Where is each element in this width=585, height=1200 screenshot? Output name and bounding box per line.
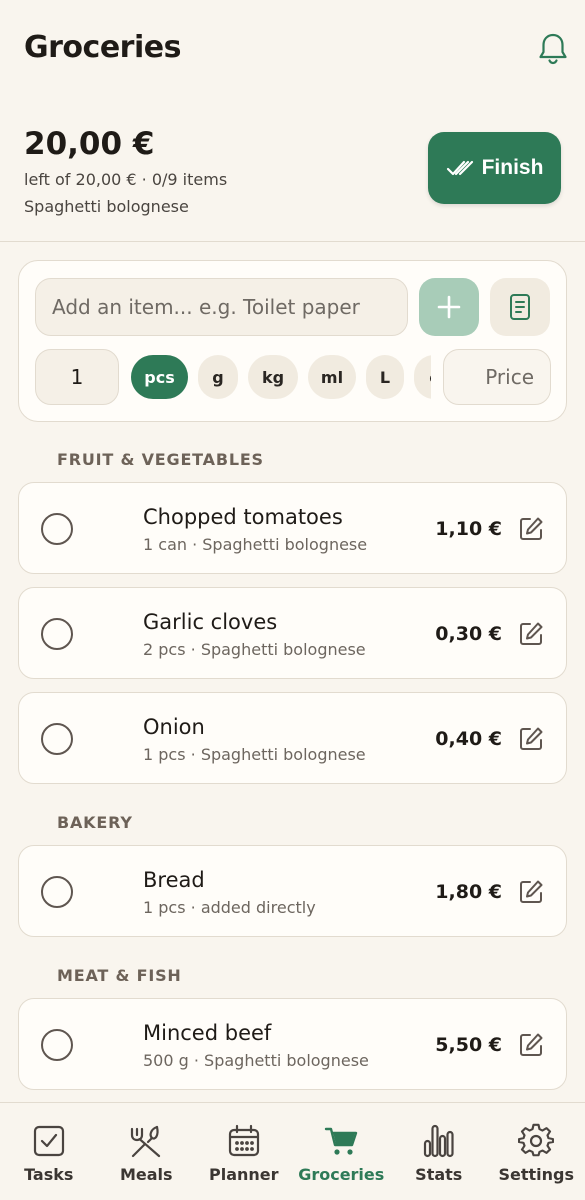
item-price: 0,30 € <box>435 623 502 645</box>
page-title: Groceries <box>24 30 181 65</box>
edit-icon[interactable] <box>518 879 544 905</box>
gear-icon <box>518 1123 555 1157</box>
item-name: Chopped tomatoes <box>143 505 343 529</box>
nav-stats[interactable]: Stats <box>390 1103 488 1200</box>
plus-icon <box>437 295 461 319</box>
unit-c[interactable]: c <box>414 355 431 399</box>
nav-label-planner: Planner <box>208 1165 279 1184</box>
bottom-nav: Tasks Meals Planner Groceries Stats Sett… <box>0 1102 585 1200</box>
price-input[interactable] <box>443 349 551 405</box>
nav-groceries[interactable]: Groceries <box>293 1103 391 1200</box>
edit-icon[interactable] <box>518 726 544 752</box>
budget-status: left of 20,00 € · 0/9 items <box>24 170 228 189</box>
item-name: Onion <box>143 715 205 739</box>
unit-selector: pcsgkgmlLc <box>131 355 431 401</box>
unit-ml[interactable]: ml <box>308 355 356 399</box>
document-icon <box>510 294 530 320</box>
nav-label-stats: Stats <box>415 1165 463 1184</box>
nav-label-tasks: Tasks <box>24 1165 74 1184</box>
add-item-button[interactable] <box>419 278 479 336</box>
checkbox-icon <box>33 1125 64 1157</box>
remaining-amount: 20,00 € <box>24 126 155 162</box>
double-check-icon <box>446 160 473 176</box>
fork-knife-icon <box>131 1125 161 1158</box>
list-item[interactable]: Chopped tomatoes 1 can · Spaghetti bolog… <box>18 482 567 574</box>
calendar-icon <box>228 1124 259 1157</box>
bell-icon[interactable] <box>536 31 570 67</box>
item-name: Minced beef <box>143 1021 272 1045</box>
list-item[interactable]: Onion 1 pcs · Spaghetti bolognese 0,40 € <box>18 692 567 784</box>
nav-label-groceries: Groceries <box>298 1165 385 1184</box>
unit-l[interactable]: L <box>366 355 404 399</box>
nav-tasks[interactable]: Tasks <box>0 1103 98 1200</box>
groceries-screen: Groceries 20,00 € left of 20,00 € · 0/9 … <box>0 0 585 1200</box>
notes-button[interactable] <box>490 278 550 336</box>
edit-icon[interactable] <box>518 621 544 647</box>
edit-icon[interactable] <box>518 516 544 542</box>
section-title-bakery: BAKERY <box>57 813 133 832</box>
item-checkbox[interactable] <box>41 1029 73 1061</box>
item-price: 1,80 € <box>435 881 502 903</box>
unit-g[interactable]: g <box>198 355 238 399</box>
item-price: 5,50 € <box>435 1034 502 1056</box>
item-checkbox[interactable] <box>41 723 73 755</box>
nav-label-meals: Meals <box>119 1165 173 1184</box>
item-meta: 500 g · Spaghetti bolognese <box>143 1051 369 1070</box>
item-checkbox[interactable] <box>41 876 73 908</box>
item-meta: 2 pcs · Spaghetti bolognese <box>143 640 366 659</box>
list-item[interactable]: Garlic cloves 2 pcs · Spaghetti bolognes… <box>18 587 567 679</box>
section-title-fruit-vegetables: FRUIT & VEGETABLES <box>57 450 264 469</box>
nav-planner[interactable]: Planner <box>195 1103 293 1200</box>
item-price: 0,40 € <box>435 728 502 750</box>
finish-label: Finish <box>481 156 544 179</box>
list-item[interactable]: Minced beef 500 g · Spaghetti bolognese … <box>18 998 567 1090</box>
item-price: 1,10 € <box>435 518 502 540</box>
unit-pcs[interactable]: pcs <box>131 355 188 399</box>
recipe-name: Spaghetti bolognese <box>24 197 189 216</box>
item-meta: 1 pcs · added directly <box>143 898 316 917</box>
item-meta: 1 can · Spaghetti bolognese <box>143 535 368 554</box>
nav-label-settings: Settings <box>498 1165 575 1184</box>
item-name-input[interactable] <box>35 278 408 336</box>
item-meta: 1 pcs · Spaghetti bolognese <box>143 745 366 764</box>
finish-button[interactable]: Finish <box>428 132 561 204</box>
bar-chart-icon <box>423 1124 454 1158</box>
nav-settings[interactable]: Settings <box>488 1103 585 1200</box>
header: Groceries <box>0 0 585 100</box>
nav-meals[interactable]: Meals <box>98 1103 196 1200</box>
item-name: Garlic cloves <box>143 610 278 634</box>
item-checkbox[interactable] <box>41 513 73 545</box>
item-name: Bread <box>143 868 205 892</box>
unit-kg[interactable]: kg <box>248 355 298 399</box>
cart-icon <box>325 1127 358 1155</box>
edit-icon[interactable] <box>518 1032 544 1058</box>
list-item[interactable]: Bread 1 pcs · added directly 1,80 € <box>18 845 567 937</box>
quantity-input[interactable] <box>35 349 119 405</box>
add-item-card: pcsgkgmlLc <box>18 260 567 422</box>
budget-summary: 20,00 € left of 20,00 € · 0/9 items Spag… <box>0 100 585 242</box>
section-title-meat-fish: MEAT & FISH <box>57 966 182 985</box>
item-checkbox[interactable] <box>41 618 73 650</box>
